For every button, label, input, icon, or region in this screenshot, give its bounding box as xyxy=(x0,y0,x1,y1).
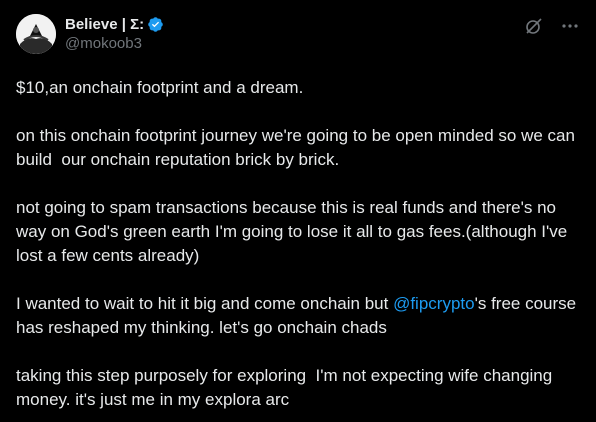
tweet-text: $10,an onchain footprint and a dream. on… xyxy=(16,76,588,422)
name-row: Believe | Σ: xyxy=(65,14,580,34)
avatar-image xyxy=(16,14,56,54)
avatar[interactable] xyxy=(16,14,56,54)
tweet-paragraph-1: $10,an onchain footprint and a dream. xyxy=(16,78,304,97)
tweet-paragraph-5: taking this step purposely for exploring… xyxy=(16,366,557,409)
tweet-actions xyxy=(524,16,580,36)
tweet-paragraph-4: I wanted to wait to hit it big and come … xyxy=(16,292,588,340)
grok-icon[interactable] xyxy=(524,16,544,36)
tweet-paragraph-2: on this onchain footprint journey we're … xyxy=(16,126,580,169)
tweet-paragraph-3: not going to spam transactions because t… xyxy=(16,198,572,265)
paragraph-4-text-before: I wanted to wait to hit it big and come … xyxy=(16,294,394,313)
author-handle[interactable]: @mokoob3 xyxy=(65,34,580,54)
more-options-icon[interactable] xyxy=(560,16,580,36)
verified-badge-icon xyxy=(147,16,164,33)
tweet-header: Believe | Σ: @mokoob3 xyxy=(65,14,580,54)
tweet-card: Believe | Σ: @mokoob3 $10,an onchain foo… xyxy=(0,0,596,422)
display-name[interactable]: Believe | Σ: xyxy=(65,16,144,33)
mention-link[interactable]: @fipcrypto xyxy=(393,294,475,313)
